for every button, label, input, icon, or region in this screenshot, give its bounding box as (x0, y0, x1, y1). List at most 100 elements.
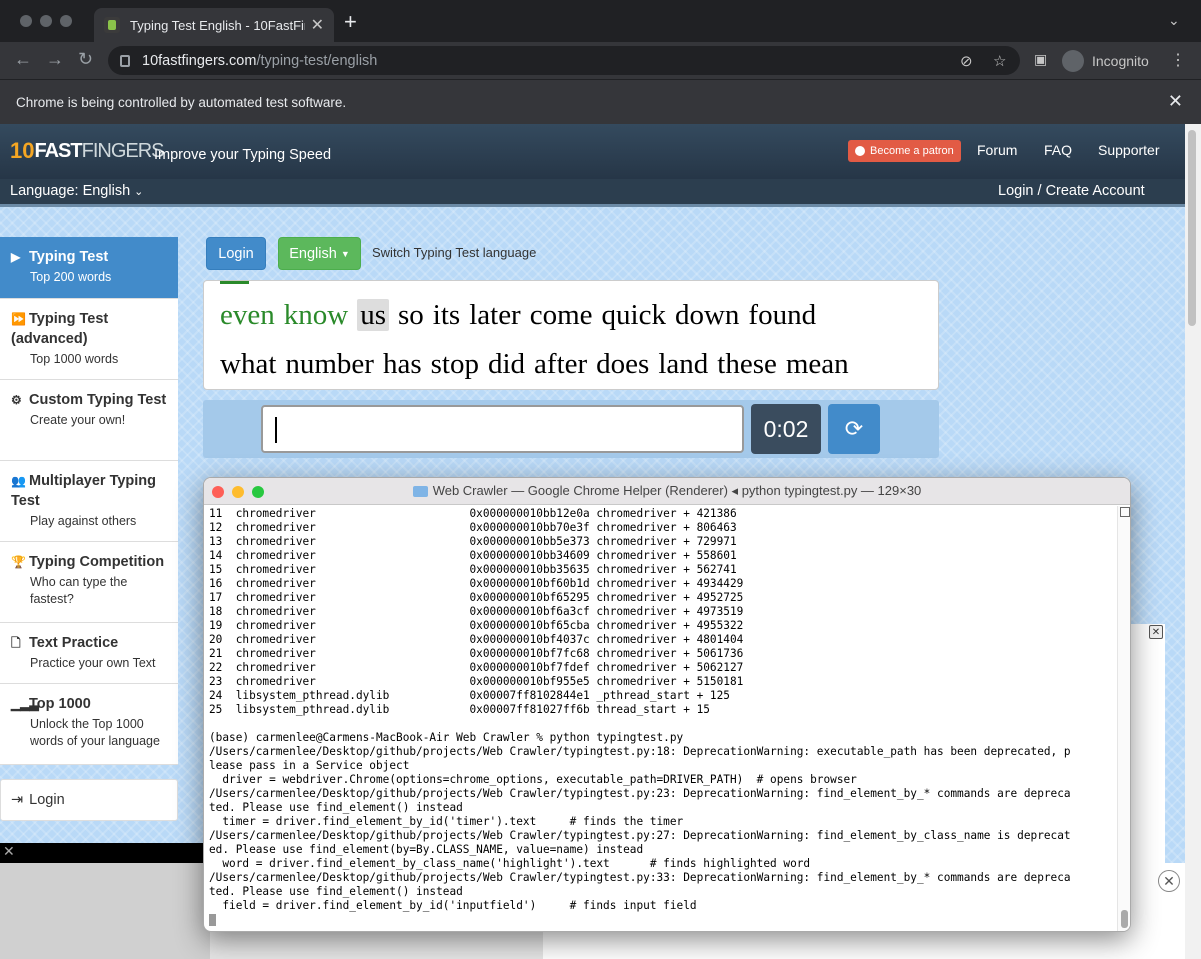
nav-forum[interactable]: Forum (977, 142, 1017, 158)
language-dropdown[interactable]: Language: English ⌄ (10, 183, 143, 199)
terminal-line: word = driver.find_element_by_class_name… (209, 857, 811, 870)
sidebar-item-title: Typing Competition (29, 554, 165, 570)
play-icon: ▶ (11, 250, 21, 264)
terminal-close-icon[interactable] (212, 486, 224, 498)
sidebar-item-typing-test-advanced[interactable]: ⏩ Typing Test (advanced) Top 1000 words (0, 299, 178, 380)
incognito-icon (1062, 49, 1084, 72)
folder-icon (412, 485, 428, 497)
close-bottom-ad-icon[interactable]: ✕ (1158, 870, 1180, 892)
close-window-icon[interactable] (20, 15, 32, 27)
word: later (469, 299, 521, 331)
sidebar-item-title: Top 1000 (29, 696, 91, 712)
become-patron-button[interactable]: Become a patron (848, 140, 961, 162)
terminal-line: timer = driver.find_element_by_id('timer… (209, 815, 684, 828)
forward-icon[interactable]: → (46, 50, 64, 68)
terminal-line: 25 libsystem_pthread.dylib 0x00007ff8102… (209, 703, 710, 716)
terminal-scroll-thumb[interactable] (1121, 910, 1128, 928)
close-infobar-icon[interactable]: ✕ (1168, 91, 1183, 112)
terminal-minimize-icon[interactable] (232, 486, 244, 498)
terminal-scrollbar[interactable] (1117, 506, 1130, 931)
scrollbar-thumb[interactable] (1188, 130, 1196, 326)
word: land (658, 348, 709, 380)
refresh-icon: ⟳ (844, 416, 864, 441)
sidebar-item-sub: Play against others (30, 514, 137, 528)
timer: 0:02 (751, 404, 821, 454)
bookmark-star-icon[interactable]: ☆ (993, 52, 1006, 70)
language-button-label: English (289, 245, 337, 262)
sidebar-item-title: Multiplayer Typing Test (11, 473, 157, 509)
incognito-label: Incognito (1092, 52, 1149, 69)
eye-off-icon[interactable]: ⊘ (960, 52, 973, 70)
nav-faq[interactable]: FAQ (1044, 142, 1072, 158)
logo-fast: FAST (34, 139, 82, 162)
maximize-window-icon[interactable] (60, 15, 72, 27)
site-header: 10 FAST FINGERS Improve your Typing Spee… (0, 124, 1185, 179)
sidebar-login-button[interactable]: ⇥ Login (0, 779, 178, 821)
terminal-menu-icon[interactable] (1120, 507, 1130, 517)
word-highlighted: us (357, 299, 389, 331)
sidebar-item-title: Custom Typing Test (29, 392, 167, 408)
terminal-titlebar[interactable]: Web Crawler — Google Chrome Helper (Rend… (204, 478, 1130, 505)
close-ad-icon[interactable]: ✕ (1149, 625, 1163, 639)
terminal-window[interactable]: Web Crawler — Google Chrome Helper (Rend… (203, 477, 1131, 932)
fast-forward-icon: ⏩ (11, 312, 26, 326)
nav-supporter[interactable]: Supporter (1098, 142, 1159, 158)
terminal-line: 17 chromedriver 0x000000010bf65295 chrom… (209, 591, 744, 604)
terminal-line: 24 libsystem_pthread.dylib 0x00007ff8102… (209, 689, 730, 702)
url-domain: 10fastfingers.com (142, 52, 257, 69)
back-icon[interactable]: ← (14, 50, 32, 68)
sidebar-item-competition[interactable]: 🏆 Typing Competition Who can type the fas… (0, 542, 178, 623)
sidebar-item-top-1000[interactable]: ▁▂▃Top 1000 Unlock the Top 1000 words of… (0, 684, 178, 765)
terminal-line: (base) carmenlee@Carmens-MacBook-Air Web… (209, 731, 684, 744)
sidebar: ▶ Typing Test Top 200 words ⏩ Typing Test … (0, 237, 178, 765)
close-icon[interactable]: ✕ (3, 843, 15, 859)
tagline: Improve your Typing Speed (154, 147, 332, 163)
login-button[interactable]: Login (206, 237, 266, 270)
new-tab-icon[interactable]: + (344, 11, 357, 33)
browser-tab[interactable]: Typing Test English - 10FastFin ✕ (94, 8, 334, 42)
login-create-account-link[interactable]: Login / Create Account (998, 183, 1145, 199)
word-line-previous: ▬ (220, 281, 258, 292)
language-english-button[interactable]: English ▼ (278, 237, 361, 270)
tab-search-icon[interactable]: ⌄ (1168, 12, 1180, 29)
address-bar[interactable]: 10fastfingers.com/typing-test/english ⊘ … (108, 46, 1020, 75)
trophy-icon: 🏆 (11, 555, 26, 569)
menu-kebab-icon[interactable]: ⋮ (1170, 50, 1186, 70)
terminal-line: field = driver.find_element_by_id('input… (209, 899, 697, 912)
terminal-line: ted. Please use find_element() instead (209, 801, 463, 814)
reload-icon[interactable]: ↻ (78, 50, 93, 68)
sidebar-item-text-practice[interactable]: 🗋 Text Practice Practice your own Text (0, 623, 178, 684)
tab-title: Typing Test English - 10FastFin (130, 17, 305, 33)
terminal-line: /Users/carmenlee/Desktop/github/projects… (209, 787, 1071, 800)
terminal-line: 19 chromedriver 0x000000010bf65cba chrom… (209, 619, 744, 632)
browser-toolbar: ← → ↻ 10fastfingers.com/typing-test/engl… (0, 42, 1201, 79)
chevron-down-icon: ⌄ (134, 186, 144, 198)
minimize-window-icon[interactable] (40, 15, 52, 27)
restart-button[interactable]: ⟳ (828, 404, 880, 454)
document-icon: 🗋 (11, 636, 21, 650)
sidebar-item-title: Typing Test (29, 249, 109, 265)
word: come (529, 299, 593, 331)
terminal-output[interactable]: 11 chromedriver 0x000000010bb12e0a chrom… (209, 507, 1114, 931)
typing-input-field[interactable] (261, 405, 744, 453)
word: number (285, 348, 374, 380)
sidebar-item-typing-test[interactable]: ▶ Typing Test Top 200 words (0, 237, 178, 299)
sidebar-item-custom-typing-test[interactable]: ⚙ Custom Typing Test Create your own! (0, 380, 178, 461)
site-logo[interactable]: 10 FAST FINGERS (10, 132, 165, 170)
word: quick (601, 299, 666, 331)
terminal-line: /Users/carmenlee/Desktop/github/projects… (209, 871, 1071, 884)
incognito-indicator[interactable]: Incognito (1062, 46, 1149, 75)
terminal-zoom-icon[interactable] (252, 486, 264, 498)
terminal-line: 13 chromedriver 0x000000010bb5e373 chrom… (209, 535, 737, 548)
logo-ten: 10 (10, 138, 35, 163)
side-ad (1130, 624, 1165, 864)
side-panel-icon[interactable]: ▣ (1034, 50, 1047, 68)
sidebar-item-multiplayer[interactable]: 👥 Multiplayer Typing Test Play against ot… (0, 461, 178, 542)
close-tab-icon[interactable]: ✕ (311, 15, 324, 35)
word: stop (430, 348, 479, 380)
terminal-line: 18 chromedriver 0x000000010bf6a3cf chrom… (209, 605, 744, 618)
page-scrollbar[interactable] (1185, 124, 1201, 959)
word: has (382, 348, 422, 380)
word: down (674, 299, 740, 331)
